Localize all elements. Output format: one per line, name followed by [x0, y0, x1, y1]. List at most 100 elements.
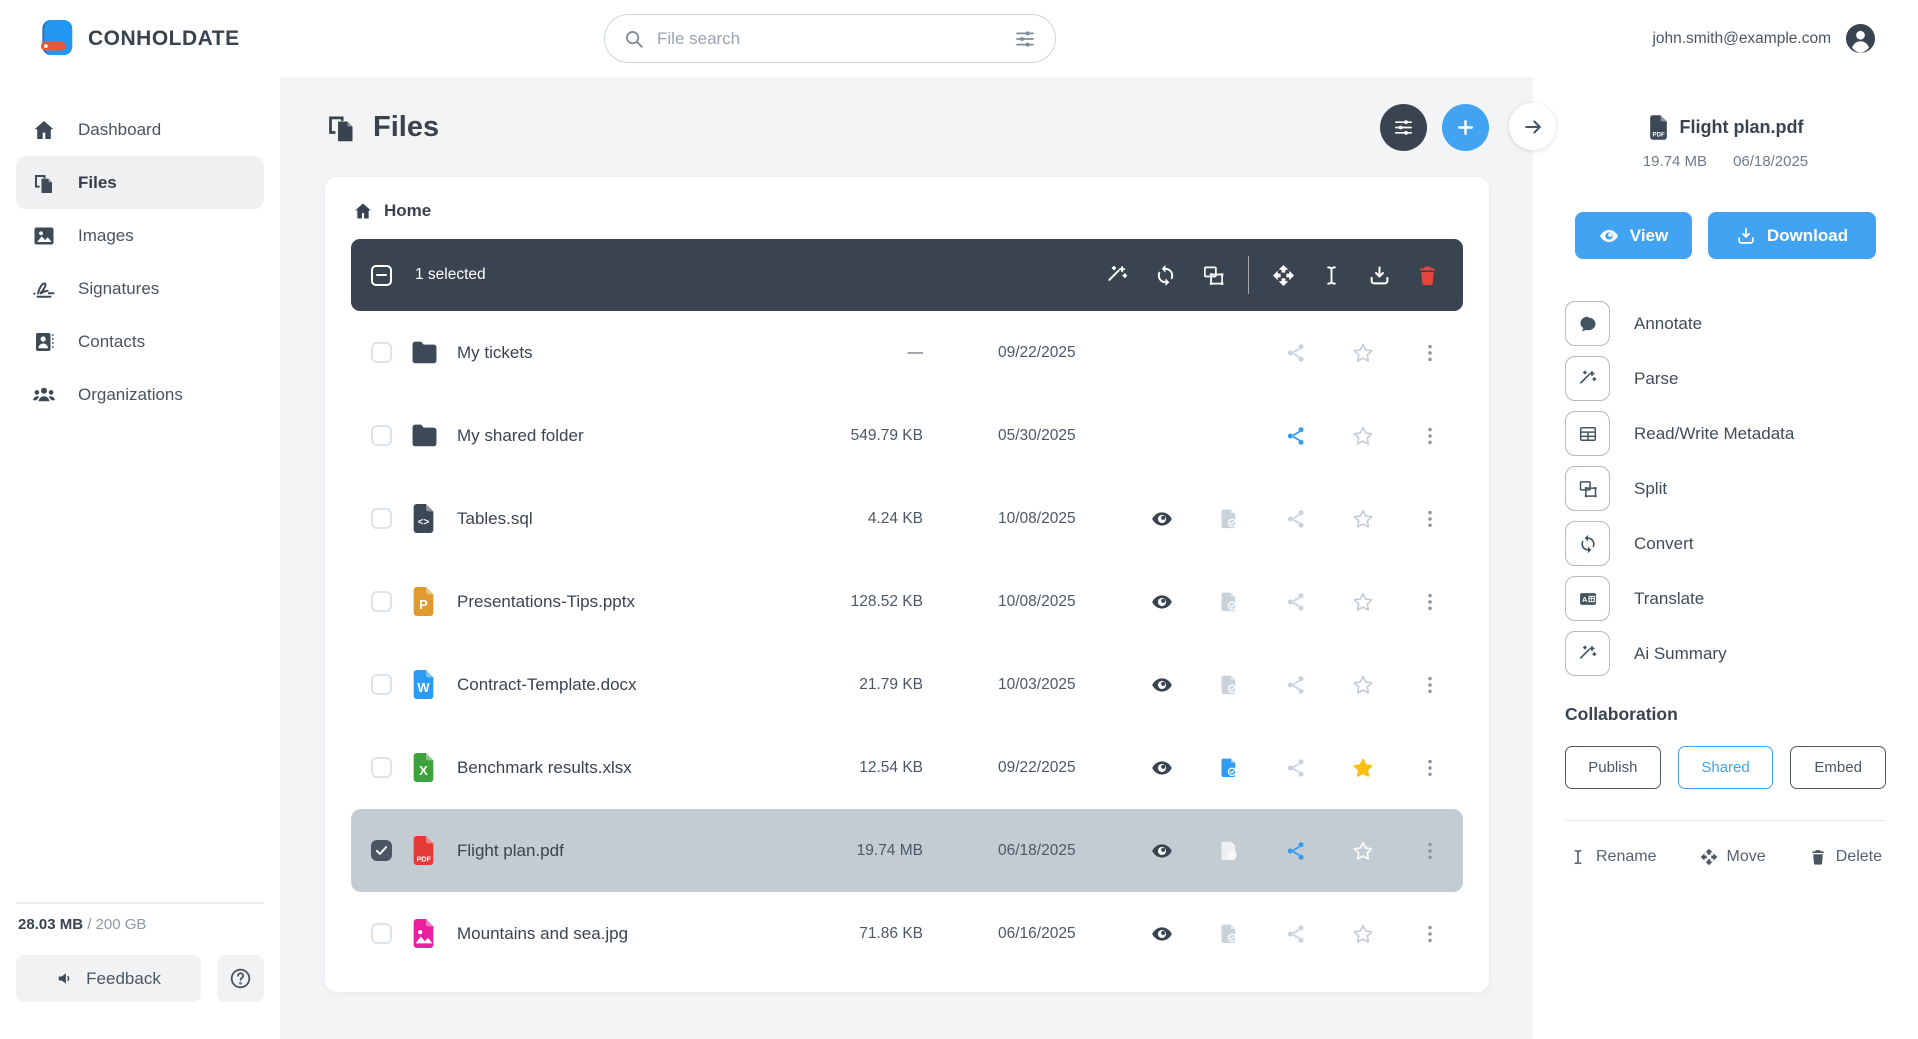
- svg-text:PDF: PDF: [416, 854, 431, 863]
- row-menu-button[interactable]: [1396, 578, 1463, 626]
- doc-status-button[interactable]: [1195, 578, 1262, 626]
- doc-status-button[interactable]: [1195, 744, 1262, 792]
- doc-status-button[interactable]: [1195, 910, 1262, 958]
- share-button[interactable]: [1262, 661, 1329, 709]
- row-menu-button[interactable]: [1396, 661, 1463, 709]
- preview-button[interactable]: [1128, 910, 1195, 958]
- sidebar-item-organizations[interactable]: Organizations: [16, 368, 264, 421]
- preview-button[interactable]: [1128, 578, 1195, 626]
- rename-button[interactable]: Rename: [1569, 848, 1656, 866]
- file-row-presentations-tips-pptx[interactable]: P Presentations-Tips.pptx 128.52 KB 10/0…: [351, 560, 1463, 643]
- sidebar-item-files[interactable]: Files: [16, 156, 264, 209]
- file-row-mountains-and-sea-jpg[interactable]: Mountains and sea.jpg 71.86 KB 06/16/202…: [351, 892, 1463, 975]
- collab-shared-button[interactable]: Shared: [1678, 746, 1774, 789]
- preview-button[interactable]: [1128, 495, 1195, 543]
- share-button[interactable]: [1262, 578, 1329, 626]
- add-file-button[interactable]: [1442, 104, 1489, 151]
- sidebar-item-dashboard[interactable]: Dashboard: [16, 103, 264, 156]
- select-all-checkbox[interactable]: [371, 265, 392, 286]
- row-menu-button[interactable]: [1396, 910, 1463, 958]
- share-button[interactable]: [1262, 910, 1329, 958]
- user-avatar-icon[interactable]: [1845, 23, 1876, 54]
- collab-publish-button[interactable]: Publish: [1565, 746, 1661, 789]
- toolbar-download-button[interactable]: [1355, 251, 1403, 299]
- sidebar-item-images[interactable]: Images: [16, 209, 264, 262]
- doc-status-button[interactable]: [1195, 827, 1262, 875]
- panel-action-annotate[interactable]: Annotate: [1565, 301, 1886, 346]
- eye-icon: [1151, 674, 1173, 696]
- doc-status-button[interactable]: [1195, 495, 1262, 543]
- toolbar-convert-button[interactable]: [1142, 251, 1190, 299]
- preview-button[interactable]: [1128, 827, 1195, 875]
- download-button[interactable]: Download: [1708, 212, 1876, 259]
- doc-status-button[interactable]: [1195, 661, 1262, 709]
- row-checkbox[interactable]: [371, 508, 392, 529]
- row-checkbox[interactable]: [371, 840, 392, 861]
- share-button[interactable]: [1262, 412, 1329, 460]
- favorite-button[interactable]: [1329, 744, 1396, 792]
- preview-button[interactable]: [1128, 744, 1195, 792]
- favorite-button[interactable]: [1329, 495, 1396, 543]
- search-input[interactable]: [657, 29, 1013, 49]
- favorite-button[interactable]: [1329, 329, 1396, 377]
- move-button[interactable]: Move: [1700, 848, 1766, 866]
- file-size: 21.79 KB: [803, 676, 923, 694]
- collapse-panel-button[interactable]: [1509, 103, 1556, 150]
- sidebar-item-signatures[interactable]: Signatures: [16, 262, 264, 315]
- file-row-benchmark-results-xlsx[interactable]: X Benchmark results.xlsx 12.54 KB 09/22/…: [351, 726, 1463, 809]
- docx-file-icon: W: [411, 670, 457, 699]
- row-menu-button[interactable]: [1396, 412, 1463, 460]
- panel-action-translate[interactable]: ATranslate: [1565, 576, 1886, 621]
- file-row-contract-template-docx[interactable]: W Contract-Template.docx 21.79 KB 10/03/…: [351, 643, 1463, 726]
- view-button[interactable]: View: [1575, 212, 1692, 259]
- file-row-my-tickets[interactable]: My tickets — 09/22/2025: [351, 311, 1463, 394]
- row-menu-button[interactable]: [1396, 329, 1463, 377]
- file-row-flight-plan-pdf[interactable]: PDF Flight plan.pdf 19.74 MB 06/18/2025: [351, 809, 1463, 892]
- collab-embed-button[interactable]: Embed: [1790, 746, 1886, 789]
- preview-button[interactable]: [1128, 661, 1195, 709]
- breadcrumb-home[interactable]: Home: [353, 201, 431, 221]
- file-row-tables-sql[interactable]: <> Tables.sql 4.24 KB 10/08/2025: [351, 477, 1463, 560]
- favorite-button[interactable]: [1329, 661, 1396, 709]
- panel-action-read-write-metadata[interactable]: Read/Write Metadata: [1565, 411, 1886, 456]
- row-checkbox[interactable]: [371, 342, 392, 363]
- row-menu-button[interactable]: [1396, 744, 1463, 792]
- sidebar-item-contacts[interactable]: Contacts: [16, 315, 264, 368]
- share-button[interactable]: [1262, 827, 1329, 875]
- toolbar-magic-wand-button[interactable]: [1094, 251, 1142, 299]
- brand-logo[interactable]: CONHOLDATE: [40, 18, 290, 60]
- share-button[interactable]: [1262, 329, 1329, 377]
- search-filter-sliders-icon[interactable]: [1013, 27, 1037, 51]
- row-checkbox[interactable]: [371, 591, 392, 612]
- row-checkbox[interactable]: [371, 425, 392, 446]
- view-settings-button[interactable]: [1380, 104, 1427, 151]
- file-row-my-shared-folder[interactable]: My shared folder 549.79 KB 05/30/2025: [351, 394, 1463, 477]
- favorite-button[interactable]: [1329, 827, 1396, 875]
- row-menu-button[interactable]: [1396, 495, 1463, 543]
- delete-button[interactable]: Delete: [1809, 848, 1882, 866]
- toolbar-trash-button[interactable]: [1403, 251, 1451, 299]
- feedback-button[interactable]: Feedback: [16, 955, 201, 1002]
- user-email: john.smith@example.com: [1652, 30, 1831, 48]
- toolbar-rename-button[interactable]: [1307, 251, 1355, 299]
- panel-action-parse[interactable]: Parse: [1565, 356, 1886, 401]
- toolbar-move-button[interactable]: [1259, 251, 1307, 299]
- toolbar-split-button[interactable]: [1190, 251, 1238, 299]
- collaboration-buttons: Publish Shared Embed: [1565, 746, 1886, 789]
- panel-action-split[interactable]: Split: [1565, 466, 1886, 511]
- share-button[interactable]: [1262, 744, 1329, 792]
- help-button[interactable]: [217, 955, 264, 1002]
- row-checkbox[interactable]: [371, 674, 392, 695]
- favorite-button[interactable]: [1329, 412, 1396, 460]
- panel-action-ai-summary[interactable]: Ai Summary: [1565, 631, 1886, 676]
- favorite-button[interactable]: [1329, 910, 1396, 958]
- file-name: Mountains and sea.jpg: [457, 924, 803, 944]
- row-checkbox[interactable]: [371, 923, 392, 944]
- user-account-area[interactable]: john.smith@example.com: [1652, 23, 1876, 54]
- panel-action-convert[interactable]: Convert: [1565, 521, 1886, 566]
- row-checkbox[interactable]: [371, 757, 392, 778]
- share-button[interactable]: [1262, 495, 1329, 543]
- favorite-button[interactable]: [1329, 578, 1396, 626]
- rename-icon: [1569, 848, 1587, 866]
- row-menu-button[interactable]: [1396, 827, 1463, 875]
